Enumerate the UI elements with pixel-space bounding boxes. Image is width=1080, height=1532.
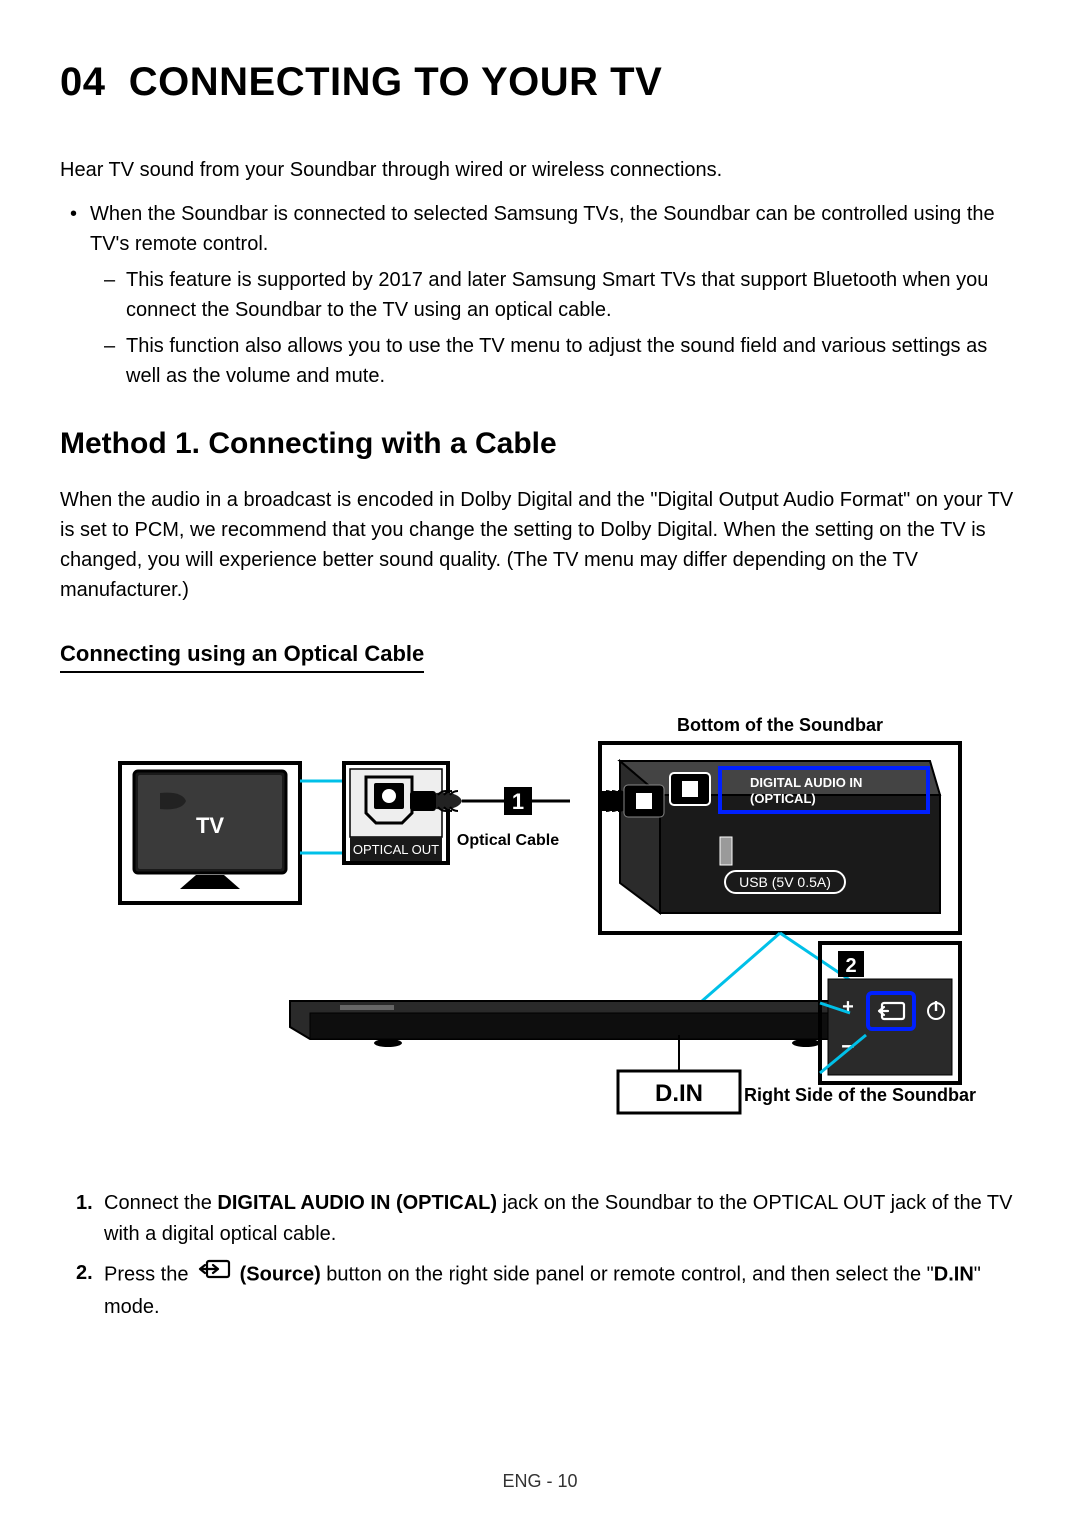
optical-out-label: OPTICAL OUT xyxy=(353,842,439,857)
step-badge-1-text: 1 xyxy=(512,789,524,814)
callout-line-bottom-left xyxy=(694,933,780,1008)
instruction-steps: Connect the DIGITAL AUDIO IN (OPTICAL) j… xyxy=(60,1188,1020,1323)
soundbar-device-icon xyxy=(290,1001,886,1047)
chapter-number: 04 xyxy=(60,60,106,104)
sub-list: This feature is supported by 2017 and la… xyxy=(90,265,1020,391)
bullet-main-text: When the Soundbar is connected to select… xyxy=(90,203,995,255)
list-item: This feature is supported by 2017 and la… xyxy=(126,265,1020,325)
digital-audio-label-2: (OPTICAL) xyxy=(750,791,816,806)
chapter-name: CONNECTING TO YOUR TV xyxy=(129,60,663,104)
method-1-heading: Method 1. Connecting with a Cable xyxy=(60,427,1020,461)
label-bottom-soundbar: Bottom of the Soundbar xyxy=(677,715,883,735)
step-1-bold: DIGITAL AUDIO IN (OPTICAL) xyxy=(217,1192,497,1214)
tv-stand-icon xyxy=(180,875,240,889)
usb-label: USB (5V 0.5A) xyxy=(739,874,831,890)
digital-audio-label-1: DIGITAL AUDIO IN xyxy=(750,775,862,790)
list-item: This function also allows you to use the… xyxy=(126,331,1020,391)
step-1: Connect the DIGITAL AUDIO IN (OPTICAL) j… xyxy=(104,1188,1020,1250)
optical-cable-label: Optical Cable xyxy=(457,832,559,849)
chapter-title: 04 CONNECTING TO YOUR TV xyxy=(60,60,1020,105)
step-2-text-b: button on the right side panel or remote… xyxy=(321,1263,934,1285)
intro-text: Hear TV sound from your Soundbar through… xyxy=(60,155,1020,185)
top-bullet-list: When the Soundbar is connected to select… xyxy=(60,199,1020,391)
method-1-paragraph: When the audio in a broadcast is encoded… xyxy=(60,485,1020,605)
step-2-text-a: Press the xyxy=(104,1263,194,1285)
step-2-din-bold: D.IN xyxy=(934,1263,974,1285)
tv-label: TV xyxy=(196,813,224,838)
plus-icon: + xyxy=(842,996,854,1018)
step-badge-2-text: 2 xyxy=(845,955,856,977)
label-right-soundbar: Right Side of the Soundbar xyxy=(744,1085,976,1105)
step-2: Press the (Source) button on the right s… xyxy=(104,1258,1020,1323)
list-item: When the Soundbar is connected to select… xyxy=(90,199,1020,391)
connection-diagram: Bottom of the Soundbar DIGITAL AUDIO IN … xyxy=(100,713,980,1148)
step-2-source-bold: (Source) xyxy=(240,1263,321,1285)
din-display-text: D.IN xyxy=(655,1080,703,1107)
step-1-text-a: Connect the xyxy=(104,1192,217,1214)
optical-jack-icon xyxy=(670,773,710,805)
optical-plug-left-icon xyxy=(410,791,462,811)
page-footer: ENG - 10 xyxy=(0,1471,1080,1492)
optical-subheading: Connecting using an Optical Cable xyxy=(60,641,424,673)
usb-port-icon xyxy=(720,837,732,865)
source-icon xyxy=(197,1258,231,1289)
